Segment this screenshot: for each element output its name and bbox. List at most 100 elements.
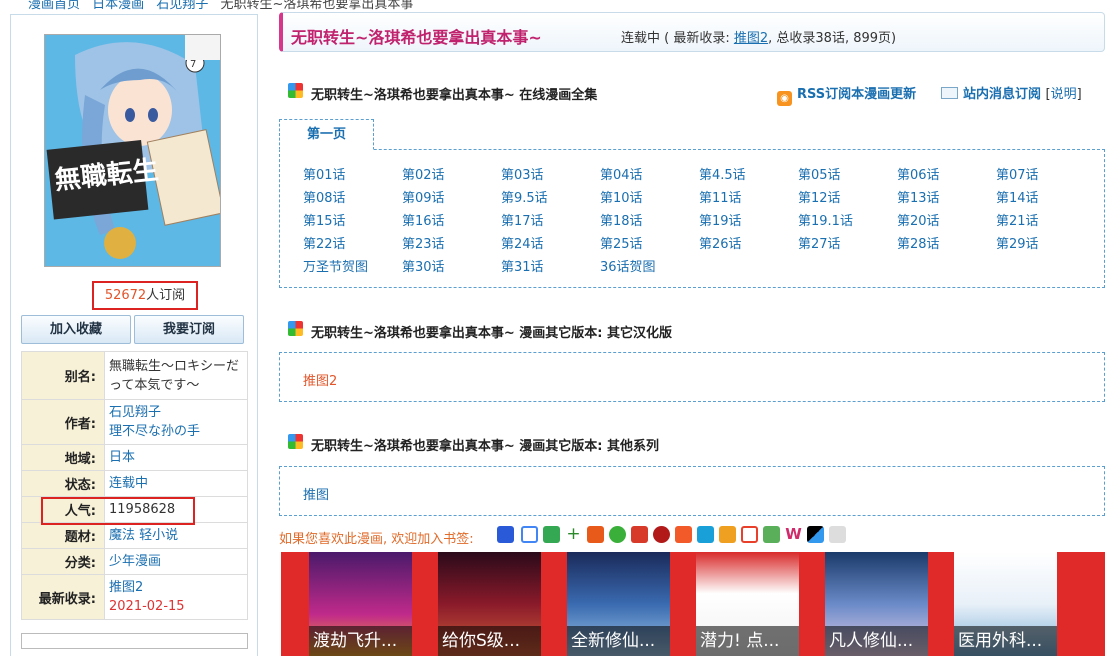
chapter-link[interactable]: 第16话	[402, 210, 445, 229]
more-bookmark-icon[interactable]	[829, 526, 846, 543]
chapter-link[interactable]: 第02话	[402, 164, 445, 183]
section-title: 无职转生~洛琪希也要拿出真本事~ 漫画其它版本: 其他系列	[311, 439, 660, 454]
chapter-link[interactable]: 第31话	[501, 256, 544, 275]
chapter-link[interactable]: 第12话	[798, 187, 841, 206]
chapter-link[interactable]: 第19话	[699, 210, 742, 229]
mail-icon	[941, 87, 958, 99]
ad-caption: 医用外科...	[954, 626, 1057, 656]
weibo-icon[interactable]	[653, 526, 670, 543]
section-other-series: 无职转生~洛琪希也要拿出真本事~ 漫画其它版本: 其他系列	[279, 428, 1105, 458]
subscribe-button[interactable]: 我要订阅	[134, 315, 244, 344]
info-label: 作者:	[21, 399, 105, 445]
chapter-link[interactable]: 第19.1话	[798, 210, 853, 229]
add-favorite-button[interactable]: 加入收藏	[21, 315, 131, 344]
chapter-link[interactable]: 第26话	[699, 233, 742, 252]
ad-caption: 凡人修仙...	[825, 626, 928, 656]
author-link[interactable]: 理不尽な孙の手	[109, 422, 243, 441]
chapter-link[interactable]: 第18话	[600, 210, 643, 229]
chapter-link[interactable]: 第15话	[303, 210, 346, 229]
chapter-link[interactable]: 第01话	[303, 164, 346, 183]
ad-banner[interactable]: 渡劫飞升...	[309, 552, 412, 656]
other-translation-link[interactable]: 推图2	[303, 370, 337, 389]
author-link[interactable]: 石见翔子	[109, 403, 243, 422]
status-suffix: , 总收录38话, 899页)	[768, 31, 897, 46]
info-label: 分类:	[21, 548, 105, 575]
bookmark-site-icon[interactable]	[697, 526, 714, 543]
chapter-link[interactable]: 36话贺图	[600, 256, 656, 275]
bookmark-site-icon[interactable]	[609, 526, 626, 543]
chapter-link[interactable]: 第08话	[303, 187, 346, 206]
title-bar: 无职转生~洛琪希也要拿出真本事~ 连载中 ( 最新收录: 推图2, 总收录38话…	[279, 12, 1105, 52]
bookmark-site-icon[interactable]	[741, 526, 758, 543]
chapter-link[interactable]: 第23话	[402, 233, 445, 252]
chapter-link[interactable]: 第05话	[798, 164, 841, 183]
chapter-link[interactable]: 第03话	[501, 164, 544, 183]
region-link[interactable]: 日本	[104, 444, 248, 471]
bookmark-site-icon[interactable]	[763, 526, 780, 543]
rss-label: RSS订阅本漫画更新	[797, 87, 917, 102]
other-series-link[interactable]: 推图	[303, 484, 329, 503]
chapter-link[interactable]: 第06话	[897, 164, 940, 183]
ad-banner[interactable]: 潜力! 点...	[696, 552, 799, 656]
chapter-link[interactable]: 第20话	[897, 210, 940, 229]
chapter-link[interactable]: 万圣节贺图	[303, 256, 368, 275]
chapter-list-box: 第01话 第02话 第03话 第04话 第4.5话 第05话 第06话 第07话第08话 第09…	[279, 149, 1105, 288]
ad-banner[interactable]: 给你S级...	[438, 552, 541, 656]
section-title: 无职转生~洛琪希也要拿出真本事~ 在线漫画全集	[311, 88, 598, 103]
chapter-link[interactable]: 第10话	[600, 187, 643, 206]
bookmark-site-icon[interactable]	[543, 526, 560, 543]
rss-subscribe-link[interactable]: ◉ RSS订阅本漫画更新	[777, 83, 916, 106]
breadcrumb-item[interactable]: 日本漫画	[92, 0, 144, 12]
chapter-link[interactable]: 第9.5话	[501, 187, 548, 206]
bookmark-site-icon[interactable]	[719, 526, 736, 543]
bookmark-site-icon[interactable]	[631, 526, 648, 543]
plus-icon[interactable]: +	[565, 526, 582, 543]
latest-link[interactable]: 推图2	[734, 31, 768, 46]
info-table: 别名: 無職転生～ロキシーだって本気です～ 作者: 石见翔子 理不尽な孙の手 地…	[21, 351, 248, 620]
chapter-link[interactable]: 第29话	[996, 233, 1039, 252]
category-link[interactable]: 少年漫画	[104, 548, 248, 575]
chapter-link[interactable]: 第22话	[303, 233, 346, 252]
chapter-link[interactable]: 第28话	[897, 233, 940, 252]
ad-banner[interactable]: 全新修仙...	[567, 552, 670, 656]
section-full-collection: 无职转生~洛琪希也要拿出真本事~ 在线漫画全集 ◉ RSS订阅本漫画更新 站内消息…	[279, 77, 1105, 107]
chapter-link[interactable]: 第11话	[699, 187, 742, 206]
chapter-link[interactable]: 第30话	[402, 256, 445, 275]
chapter-link[interactable]: 第17话	[501, 210, 544, 229]
google-icon[interactable]	[521, 526, 538, 543]
rss-icon: ◉	[777, 91, 792, 106]
chapter-link[interactable]: 第07话	[996, 164, 1039, 183]
tab-page-one[interactable]: 第一页	[279, 119, 374, 150]
ad-banner[interactable]: 凡人修仙...	[825, 552, 928, 656]
other-series-box: 推图	[279, 466, 1105, 516]
chapter-link[interactable]: 第24话	[501, 233, 544, 252]
breadcrumb-item[interactable]: 漫画首页	[28, 0, 80, 12]
ad-banner[interactable]: 医用外科...	[954, 552, 1057, 656]
sidebar-footer-box	[21, 633, 248, 649]
chapter-link[interactable]: 第04话	[600, 164, 643, 183]
chapter-link[interactable]: 第25话	[600, 233, 643, 252]
mail-subscribe-link[interactable]: 站内消息订阅 [说明]	[941, 83, 1082, 102]
page-title: 无职转生~洛琪希也要拿出真本事~	[291, 28, 542, 47]
genre-links[interactable]: 魔法 轻小说	[104, 522, 248, 549]
explain-link[interactable]: 说明	[1051, 87, 1077, 102]
bookmark-site-icon[interactable]	[587, 526, 604, 543]
chapter-link[interactable]: 第09话	[402, 187, 445, 206]
chapter-link[interactable]: 第14话	[996, 187, 1039, 206]
chapter-link[interactable]: 第21话	[996, 210, 1039, 229]
chapter-link[interactable]: 第13话	[897, 187, 940, 206]
chapter-link[interactable]: 第27话	[798, 233, 841, 252]
bookmark-w-icon[interactable]: W	[785, 526, 802, 543]
info-label: 状态:	[21, 470, 105, 497]
status-prefix: 连载中 ( 最新收录:	[621, 31, 734, 46]
chapter-link[interactable]: 第4.5话	[699, 164, 746, 183]
bookmark-site-icon[interactable]	[675, 526, 692, 543]
breadcrumb-item[interactable]: 石见翔子	[156, 0, 208, 12]
status-link[interactable]: 连载中	[104, 470, 248, 497]
popularity-highlight	[41, 497, 195, 525]
latest-chapter-link[interactable]: 推图2	[109, 578, 243, 597]
cover-image[interactable]: 無職転生 7	[44, 34, 221, 267]
delicious-icon[interactable]	[807, 526, 824, 543]
baidu-icon[interactable]	[497, 526, 514, 543]
sidebar: 無職転生 7 52672人订阅 加入收藏 我要订阅 别名: 無職転生～ロキシーだ…	[10, 14, 258, 656]
